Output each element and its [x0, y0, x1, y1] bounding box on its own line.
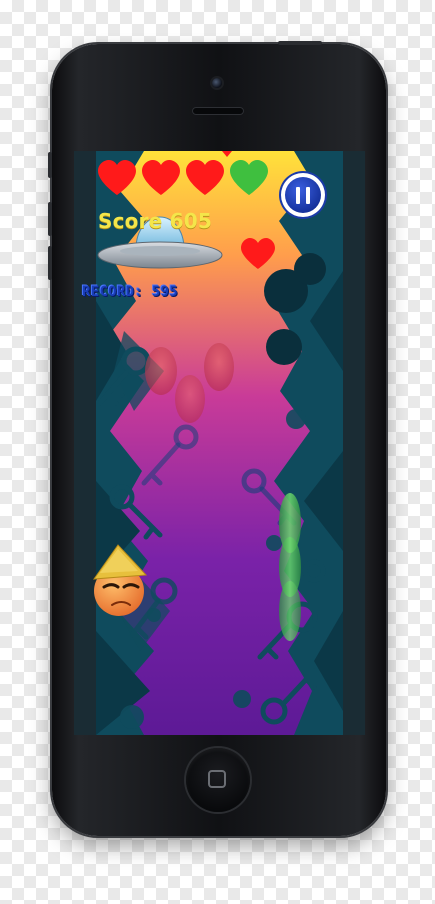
volume-up-button — [48, 202, 52, 236]
pause-button[interactable] — [281, 173, 325, 217]
red-orb — [145, 347, 177, 395]
earpiece-speaker — [192, 107, 244, 115]
home-button-icon — [208, 770, 226, 788]
mute-switch — [48, 152, 52, 178]
red-orb — [204, 343, 234, 391]
home-button[interactable] — [186, 748, 250, 812]
power-button — [278, 41, 322, 45]
score-label: Score 605 — [98, 209, 212, 233]
game-screen[interactable]: Score 605 RECORD: 595 — [74, 151, 365, 735]
pause-icon — [285, 177, 321, 213]
volume-down-button — [48, 246, 52, 280]
green-orb — [279, 581, 301, 641]
game-scene — [74, 151, 365, 735]
front-camera — [212, 78, 222, 88]
phone-device: Score 605 RECORD: 595 — [48, 41, 386, 836]
record-label: RECORD: 595 — [82, 284, 179, 300]
red-orb — [175, 375, 205, 423]
